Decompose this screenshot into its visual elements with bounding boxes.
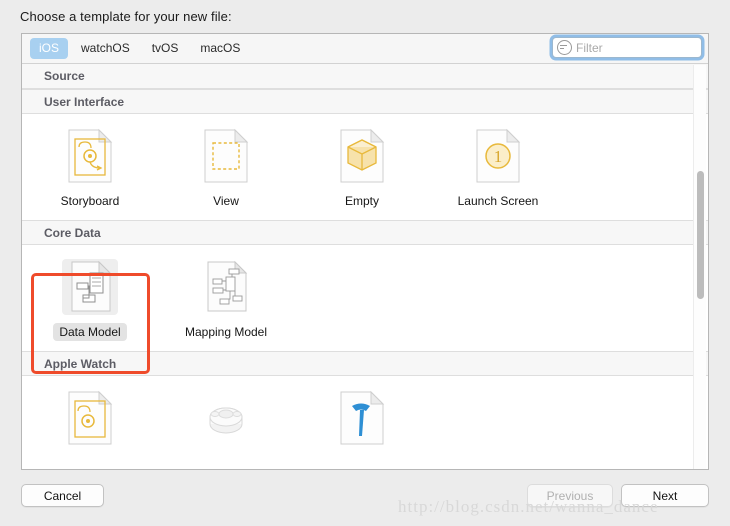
template-item-label: Data Model	[53, 323, 127, 341]
template-item-label: Storyboard	[60, 194, 120, 208]
scrollbar-track[interactable]	[693, 65, 706, 469]
section-header-apple-watch: Apple Watch	[22, 351, 708, 376]
storyboard-doc-icon	[62, 128, 118, 184]
watch-hammer-doc-icon	[334, 390, 390, 446]
launch-screen-doc-icon: 1	[470, 128, 526, 184]
template-item-launch-screen[interactable]: 1 Launch Screen	[430, 128, 566, 210]
template-item-view[interactable]: View	[158, 128, 294, 210]
data-model-doc-icon	[62, 259, 118, 315]
template-item-label: Launch Screen	[457, 194, 539, 208]
template-scroll-area[interactable]: Source User Interface Storyboard View Em…	[22, 64, 708, 469]
tab-watchos[interactable]: watchOS	[72, 38, 139, 59]
template-item-storyboard[interactable]: Storyboard	[22, 128, 158, 210]
search-input[interactable]	[576, 40, 696, 55]
watch-complication-icon	[198, 390, 254, 446]
svg-text:1: 1	[494, 147, 503, 166]
tab-macos[interactable]: macOS	[191, 38, 249, 59]
template-item-watch-storyboard[interactable]	[22, 390, 158, 458]
template-item-label	[84, 454, 96, 458]
tab-ios[interactable]: iOS	[30, 38, 69, 59]
mapping-model-doc-icon	[198, 259, 254, 315]
view-doc-icon	[198, 128, 254, 184]
section-header-source: Source	[22, 64, 708, 89]
template-item-label: Mapping Model	[184, 325, 268, 339]
template-item-watch-hammer[interactable]	[294, 390, 430, 458]
template-item-empty[interactable]: Empty	[294, 128, 430, 210]
filter-icon	[557, 40, 572, 55]
template-item-label: Empty	[344, 194, 379, 208]
watch-storyboard-doc-icon	[62, 390, 118, 446]
empty-cube-icon	[334, 128, 390, 184]
template-item-label	[220, 454, 232, 458]
template-item-watch-complication[interactable]	[158, 390, 294, 458]
section-header-core-data: Core Data	[22, 220, 708, 245]
template-item-data-model[interactable]: Data Model	[22, 259, 158, 341]
template-grid-apple-watch	[22, 376, 708, 468]
tab-tvos[interactable]: tvOS	[143, 38, 188, 59]
template-item-label	[356, 454, 368, 458]
previous-button: Previous	[527, 484, 613, 507]
template-grid-user-interface: Storyboard View Empty 1 Launch Screen	[22, 114, 708, 220]
platform-tab-bar: iOS watchOS tvOS macOS	[22, 34, 708, 64]
page-title: Choose a template for your new file:	[20, 9, 232, 24]
next-button[interactable]: Next	[621, 484, 709, 507]
template-item-label: View	[213, 194, 239, 208]
filter-field[interactable]	[552, 37, 702, 58]
template-grid-core-data: Data Model Mapping Model	[22, 245, 708, 351]
scrollbar-thumb[interactable]	[697, 171, 704, 299]
cancel-button[interactable]: Cancel	[21, 484, 104, 507]
template-item-mapping-model[interactable]: Mapping Model	[158, 259, 294, 341]
template-chooser-panel: iOS watchOS tvOS macOS Source User Inter…	[21, 33, 709, 470]
section-header-user-interface: User Interface	[22, 89, 708, 114]
